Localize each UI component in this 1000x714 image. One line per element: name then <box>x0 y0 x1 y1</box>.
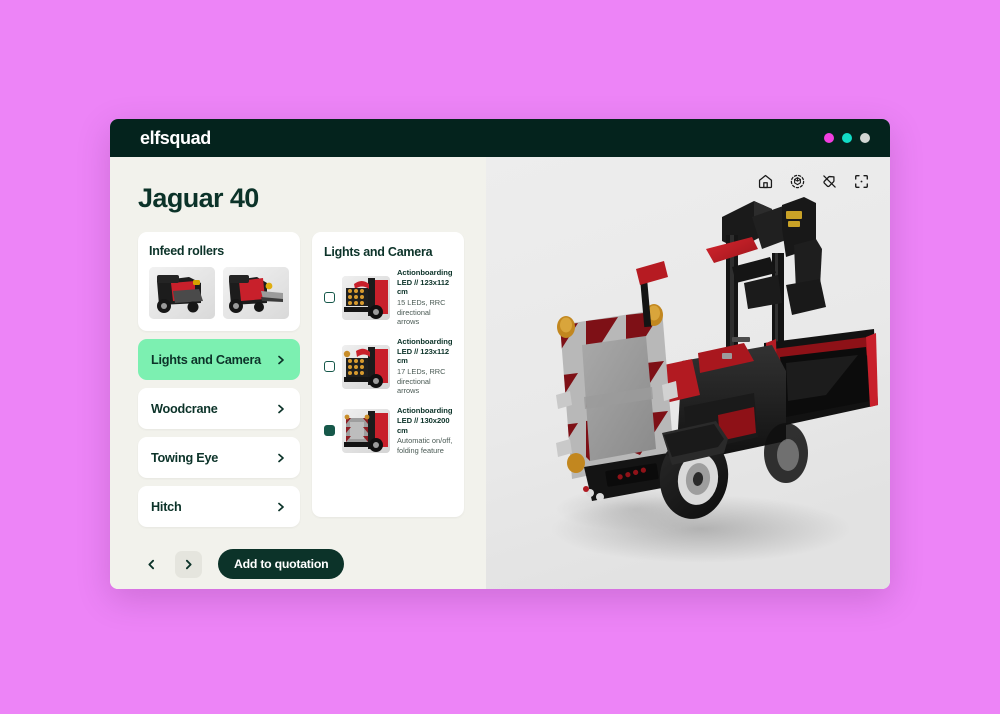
title-bar: elfsquad <box>110 119 890 157</box>
sidebar-item-label: Hitch <box>151 499 182 514</box>
detail-column: Lights and Camera Actionboarding LED // … <box>312 232 465 517</box>
option-item[interactable]: Actionboarding LED // 123x112 cm 17 LEDs… <box>324 337 452 396</box>
page-title: Jaguar 40 <box>138 183 259 213</box>
option-thumbnail[interactable] <box>342 408 390 453</box>
lights-and-camera-heading: Lights and Camera <box>324 245 433 259</box>
option-text: Actionboarding LED // 123x112 cm 17 LEDs… <box>397 337 452 396</box>
chevron-right-icon <box>275 403 287 415</box>
configurator-columns: Infeed rollers Lights and Camera Woodcra… <box>138 232 465 527</box>
chevron-right-icon <box>275 452 287 464</box>
infeed-thumbnail-row <box>149 267 289 319</box>
next-step-button[interactable] <box>175 550 202 578</box>
lights-and-camera-card: Lights and Camera Actionboarding LED // … <box>312 232 465 517</box>
previous-step-button[interactable] <box>138 551 165 578</box>
orbit-icon[interactable] <box>789 173 806 190</box>
infeed-rollers-card[interactable]: Infeed rollers <box>138 232 300 331</box>
option-thumbnail[interactable] <box>342 344 390 389</box>
option-item[interactable]: Actionboarding LED // 130x200 cm Automat… <box>324 406 452 455</box>
sidebar-item-hitch[interactable]: Hitch <box>138 486 300 527</box>
option-text: Actionboarding LED // 123x112 cm 15 LEDs… <box>397 268 452 327</box>
infeed-thumb-2[interactable] <box>223 267 289 319</box>
option-title: Actionboarding LED // 123x112 cm <box>397 337 453 366</box>
sidebar-item-towing-eye[interactable]: Towing Eye <box>138 437 300 478</box>
window-controls <box>824 133 870 143</box>
sidebar-item-woodcrane[interactable]: Woodcrane <box>138 388 300 429</box>
model-viewer[interactable] <box>486 157 890 589</box>
option-radio[interactable] <box>324 425 335 437</box>
chevron-right-icon <box>185 559 192 569</box>
infeed-rollers-heading: Infeed rollers <box>149 244 224 258</box>
option-radio[interactable] <box>324 292 335 304</box>
options-column: Infeed rollers Lights and Camera Woodcra… <box>138 232 300 527</box>
step-footer: Add to quotation <box>138 549 458 589</box>
model-render <box>486 157 890 589</box>
configurator-pane: Jaguar 40 Infeed rollers Lights and Came… <box>110 157 486 589</box>
hide-icon[interactable] <box>821 173 838 190</box>
app-logo: elfsquad <box>140 127 211 148</box>
option-subtitle: 15 LEDs, RRC directional arrows <box>397 298 446 327</box>
option-title: Actionboarding LED // 130x200 cm <box>397 406 453 435</box>
window-dot-magenta[interactable] <box>824 133 834 143</box>
app-body: Jaguar 40 Infeed rollers Lights and Came… <box>110 157 890 589</box>
app-window: elfsquad Jaguar 40 Infeed rollers Lights… <box>110 119 890 589</box>
fullscreen-icon[interactable] <box>853 173 870 190</box>
chevron-left-icon <box>148 559 155 569</box>
option-item[interactable]: Actionboarding LED // 123x112 cm 15 LEDs… <box>324 268 452 327</box>
chevron-right-icon <box>275 354 287 366</box>
sidebar-item-label: Towing Eye <box>151 450 219 465</box>
add-to-quotation-button[interactable]: Add to quotation <box>218 549 345 579</box>
sidebar-item-lights-and-camera[interactable]: Lights and Camera <box>138 339 300 380</box>
infeed-thumb-1[interactable] <box>149 267 215 319</box>
option-subtitle: Automatic on/off, folding feature <box>397 436 453 455</box>
option-text: Actionboarding LED // 130x200 cm Automat… <box>397 406 452 455</box>
option-list: Actionboarding LED // 123x112 cm 15 LEDs… <box>324 268 452 455</box>
sidebar-item-label: Woodcrane <box>151 401 218 416</box>
window-dot-grey[interactable] <box>860 133 870 143</box>
home-icon[interactable] <box>757 173 774 190</box>
option-thumbnail[interactable] <box>342 275 390 320</box>
window-dot-cyan[interactable] <box>842 133 852 143</box>
sidebar-item-label: Lights and Camera <box>151 352 261 367</box>
option-subtitle: 17 LEDs, RRC directional arrows <box>397 367 446 396</box>
option-radio[interactable] <box>324 361 335 373</box>
chevron-right-icon <box>275 501 287 513</box>
viewer-toolbar <box>757 173 870 190</box>
option-title: Actionboarding LED // 123x112 cm <box>397 268 453 297</box>
